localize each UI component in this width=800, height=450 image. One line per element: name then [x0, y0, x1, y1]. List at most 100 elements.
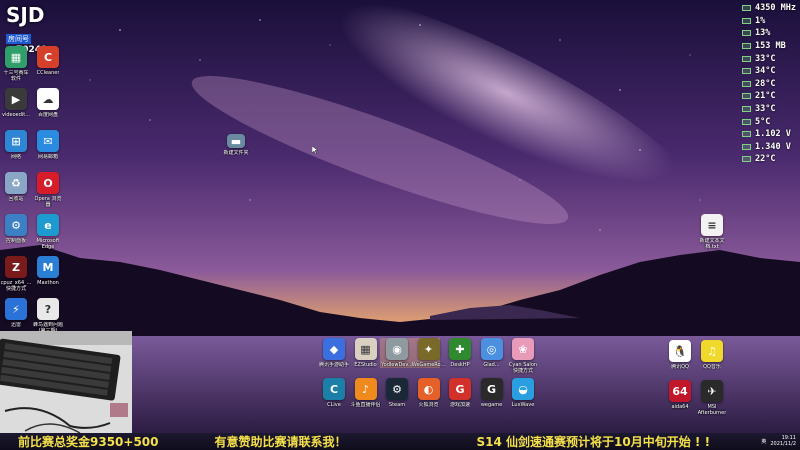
desktop-icon-label: 百度网盘 [37, 112, 58, 118]
sensor-icon [742, 106, 751, 113]
clive-icon: C [323, 378, 345, 400]
maxthon-icon: M [37, 256, 59, 278]
desktop-icon-label: CLive [327, 402, 341, 408]
control-panel-icon: ⚙ [5, 214, 27, 236]
folder-shortcut-icon: ▬ [227, 134, 245, 148]
hw-monitor-row: 1.102 V [742, 128, 798, 141]
desktop-icon[interactable]: e Microsoft Edge [26, 214, 70, 250]
mail-icon: ✉ [37, 130, 59, 152]
video-editor-icon: ▶ [5, 88, 27, 110]
tray-clock[interactable]: 19:11 2021/11/2 [770, 435, 796, 447]
desktop-icon-label: EZStudio [354, 362, 377, 368]
sensor-icon [742, 30, 751, 37]
hw-monitor-row: 21°C [742, 90, 798, 103]
webcam-overlay [0, 331, 132, 433]
glad-icon: ◎ [480, 338, 503, 360]
logo-text: SJD [6, 3, 45, 27]
desktop-icon-label: wegame [480, 402, 503, 408]
desktop-icon-label: CCleaner [36, 70, 60, 76]
hw-monitor-row: 5°C [742, 115, 798, 128]
desktop-icon[interactable]: C CCleaner [26, 46, 70, 76]
edge-icon: e [37, 214, 59, 236]
ticker-event-text: S14 仙剑速通赛预计将于10月中旬开始 ! ! [476, 435, 711, 449]
ccleaner-icon: C [37, 46, 59, 68]
sensor-icon [742, 43, 751, 50]
ticker-sponsor-text: 有意赞助比赛请联系我！ [214, 435, 347, 449]
hw-monitor-value: 4350 MHz [755, 3, 796, 14]
desktop-icon-label: Cyan Salon 快捷方式 [508, 362, 538, 374]
hw-monitor-value: 21°C [755, 91, 776, 102]
desktop-icon[interactable]: ≡ 新建文本文 档.txt [690, 214, 734, 250]
sensor-icon [742, 93, 751, 100]
hw-monitor-row: 1.340 V [742, 141, 798, 154]
sensor-icon [742, 156, 751, 163]
baidu-netdisk-icon: ☁ [37, 88, 59, 110]
hw-monitor-row: 22°C [742, 153, 798, 166]
keyboard-camera-view [0, 331, 132, 433]
desktop-icon[interactable]: M Maxthon [26, 256, 70, 286]
ticker-prize-text: 前比赛总奖金9350+500 [18, 435, 159, 449]
desktop-icon[interactable]: ✉ 网易邮箱 [26, 130, 70, 160]
hw-monitor-row: 4350 MHz [742, 2, 798, 15]
deskhp-icon: ✚ [449, 338, 471, 360]
desktop-icon-label: 十三号赛车 软件 [3, 70, 29, 82]
desktop-icon[interactable]: ♫ QQ音乐 [690, 340, 734, 370]
desktop-icon-label: 游戏加速 [449, 402, 470, 408]
hw-monitor-row: 33°C [742, 103, 798, 116]
tray-date: 2021/11/2 [770, 441, 796, 447]
hw-monitor-row: 33°C [742, 52, 798, 65]
help-file-icon: ? [37, 298, 59, 320]
opera-icon: O [37, 172, 59, 194]
cpuz-icon: Z [5, 256, 27, 278]
hw-monitor-row: 28°C [742, 78, 798, 91]
alien-icon: ◉ [386, 338, 408, 360]
desktop-icon[interactable]: ?蜂鸟遇到问题 (第三期) [26, 298, 70, 334]
tencent-gaming-icon: ◆ [323, 338, 345, 360]
desktop-icon[interactable]: ☁ 百度网盘 [26, 88, 70, 118]
wegame-icon: G [480, 378, 503, 400]
desktop-icon[interactable]: ✈ MSI Afterburner [690, 380, 734, 416]
hardware-monitor: 4350 MHz 1% 13% 153 MB 33°C 34°C 28°C 21°C 33°C 5… [742, 2, 798, 166]
desktop-icon[interactable]: O Opera 浏览 器 [26, 172, 70, 208]
game-booster-icon: G [449, 378, 471, 400]
system-tray: 英 19:11 2021/11/2 [761, 432, 796, 450]
desktop-icon-label: 回收站 [8, 196, 24, 202]
desktop-icon-label: DeskHP [450, 362, 470, 368]
ime-indicator[interactable]: 英 [761, 438, 766, 445]
sensor-icon [742, 118, 751, 125]
room-label: 房间号 [6, 34, 31, 44]
hw-monitor-value: 13% [755, 28, 771, 39]
ezstudio-icon: ▦ [354, 338, 377, 360]
desktop-icon-label: Glad... [483, 362, 500, 368]
desktop-icon-label: QQ音乐 [703, 364, 721, 370]
hw-monitor-row: 34°C [742, 65, 798, 78]
aida64-icon: 64 [669, 380, 691, 402]
msi-afterburner-icon: ✈ [701, 380, 723, 402]
desktop-icon[interactable]: ❀ Cyan Salon 快捷方式 [501, 338, 545, 374]
sensor-icon [742, 80, 751, 87]
thunder-icon: ⚡ [5, 298, 27, 320]
sensor-icon [742, 143, 751, 150]
hw-monitor-value: 153 MB [755, 41, 786, 52]
qq-icon: 🐧 [669, 340, 691, 362]
anime-app-icon: ❀ [512, 338, 534, 360]
desktop-icon-label: 火狐浏览 [418, 402, 439, 408]
sensor-icon [742, 17, 751, 24]
desktop-file-center[interactable]: ▬ 新建文件夹 [214, 134, 258, 156]
recycle-bin-icon: ♻ [5, 172, 27, 194]
qq-music-icon: ♫ [701, 340, 723, 362]
hw-monitor-value: 5°C [755, 116, 771, 127]
desktop-icon[interactable]: ◒ LuxWave [501, 378, 545, 408]
mouse-cursor-icon [312, 146, 318, 154]
hw-monitor-value: 1.102 V [755, 129, 791, 140]
sensor-icon [742, 5, 751, 12]
desktop-icon-label: aida64 [671, 404, 689, 410]
sensor-icon [742, 68, 751, 75]
firefox-icon: ◐ [417, 378, 440, 400]
desktop-icon-label: Microsoft Edge [36, 238, 60, 250]
desktop-file-label: 新建文件夹 [223, 150, 249, 156]
steam-icon: ⚙ [386, 378, 408, 400]
hw-monitor-value: 33°C [755, 104, 776, 115]
desktop-icon-label: 腾讯QQ [671, 364, 689, 370]
hw-monitor-value: 1% [755, 15, 766, 26]
